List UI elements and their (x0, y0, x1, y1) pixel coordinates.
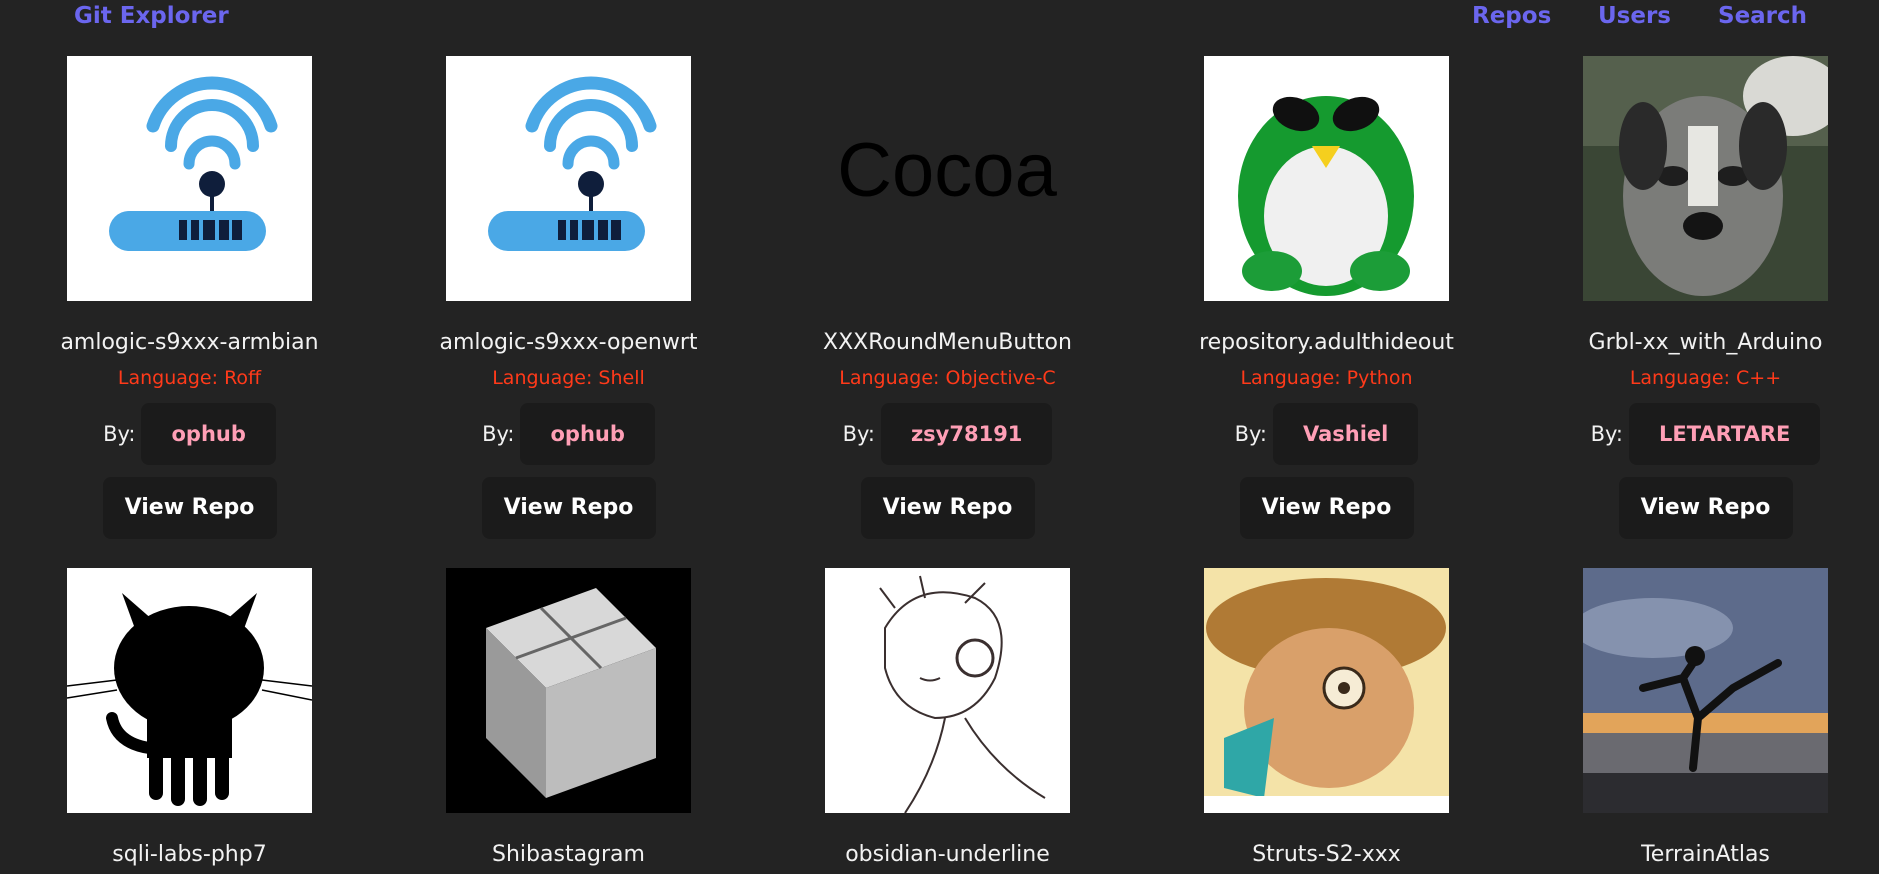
repo-card: Grbl-xx_with_Arduino Language: C++ By: L… (1516, 56, 1879, 539)
owner-button[interactable]: ophub (141, 403, 276, 465)
owner-row: By: Vashiel (1235, 403, 1419, 465)
repo-avatar (1583, 568, 1828, 813)
repo-avatar: Cocoa (825, 56, 1070, 301)
repo-avatar (1204, 56, 1449, 301)
by-label: By: (103, 422, 136, 446)
owner-row: By: LETARTARE (1591, 403, 1821, 465)
cartoon-cowboy-drawing (1204, 568, 1449, 813)
repo-name: Struts-S2-xxx (1252, 842, 1401, 867)
repo-avatar (446, 568, 691, 813)
owner-row: By: ophub (482, 403, 655, 465)
owner-row: By: zsy78191 (843, 403, 1053, 465)
owner-button[interactable]: zsy78191 (880, 403, 1053, 465)
repo-name: Shibastagram (492, 842, 645, 867)
view-repo-button[interactable]: View Repo (481, 477, 656, 539)
sunset-kick-photo (1583, 568, 1828, 813)
cocoa-text-logo: Cocoa (825, 56, 1070, 301)
repo-card: amlogic-s9xxx-openwrt Language: Shell By… (379, 56, 758, 539)
repo-language: Language: Objective-C (839, 367, 1056, 389)
repo-card: TerrainAtlas (1516, 568, 1879, 869)
brand-link[interactable]: Git Explorer (74, 2, 229, 30)
repo-card: amlogic-s9xxx-armbian Language: Roff By:… (0, 56, 379, 539)
owner-button[interactable]: ophub (520, 403, 655, 465)
octocat-icon (67, 568, 312, 813)
repo-avatar (446, 56, 691, 301)
repo-name: TerrainAtlas (1641, 842, 1770, 867)
by-label: By: (482, 422, 515, 446)
anime-sketch-drawing (825, 568, 1070, 813)
repo-name: Grbl-xx_with_Arduino (1588, 330, 1823, 355)
router-hub-icon (446, 56, 691, 301)
repo-avatar (825, 568, 1070, 813)
repo-card: obsidian-underline (758, 568, 1137, 869)
owner-button[interactable]: Vashiel (1273, 403, 1419, 465)
view-repo-button[interactable]: View Repo (102, 477, 277, 539)
repo-card: sqli-labs-php7 (0, 568, 379, 869)
dog-photo (1583, 56, 1828, 301)
owner-row: By: ophub (103, 403, 276, 465)
glass-cube-photo (446, 568, 691, 813)
navbar: Git Explorer Repos Users Search (0, 0, 1879, 34)
view-repo-button[interactable]: View Repo (860, 477, 1035, 539)
by-label: By: (842, 422, 875, 446)
green-penguin-icon (1204, 56, 1449, 301)
owner-button[interactable]: LETARTARE (1629, 403, 1821, 465)
repo-avatar (1204, 568, 1449, 813)
cocoa-logo-text: Cocoa (837, 128, 1057, 213)
view-repo-button[interactable]: View Repo (1239, 477, 1414, 539)
repo-card: Cocoa XXXRoundMenuButton Language: Objec… (758, 56, 1137, 539)
repo-card: Shibastagram (379, 568, 758, 869)
repo-name: amlogic-s9xxx-armbian (60, 330, 319, 355)
nav-repos-link[interactable]: Repos (1472, 2, 1551, 30)
repo-name: amlogic-s9xxx-openwrt (439, 330, 698, 355)
repo-avatar (67, 56, 312, 301)
by-label: By: (1590, 422, 1623, 446)
nav-users-link[interactable]: Users (1598, 2, 1671, 30)
nav-search-link[interactable]: Search (1718, 2, 1807, 30)
repo-name: obsidian-underline (845, 842, 1050, 867)
repo-name: sqli-labs-php7 (112, 842, 267, 867)
repo-card: Struts-S2-xxx (1137, 568, 1516, 869)
by-label: By: (1234, 422, 1267, 446)
repo-language: Language: Shell (492, 367, 645, 389)
router-hub-icon (67, 56, 312, 301)
repo-avatar (1583, 56, 1828, 301)
repo-card: repository.adulthideout Language: Python… (1137, 56, 1516, 539)
repo-avatar (67, 568, 312, 813)
repo-name: repository.adulthideout (1199, 330, 1454, 355)
view-repo-button[interactable]: View Repo (1618, 477, 1793, 539)
repo-name: XXXRoundMenuButton (823, 330, 1072, 355)
repo-language: Language: Python (1240, 367, 1413, 389)
repo-language: Language: Roff (117, 367, 262, 389)
repo-language: Language: C++ (1629, 367, 1782, 389)
